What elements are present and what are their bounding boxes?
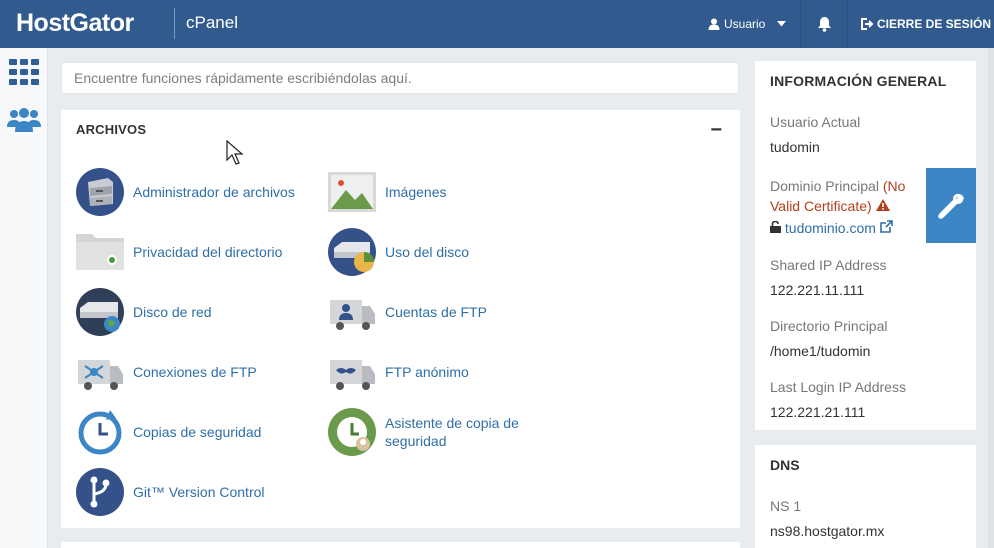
brand-divider — [174, 8, 175, 39]
files-panel: ARCHIVOS − Administrador de archivos Imá… — [61, 110, 740, 528]
user-menu-label: Usuario — [724, 17, 766, 31]
ns1-label: NS 1 — [770, 498, 802, 514]
git-icon — [76, 468, 124, 516]
ftp-accounts-link[interactable]: Cuentas de FTP — [328, 288, 568, 336]
file-manager-icon — [76, 168, 124, 216]
anonymous-ftp-icon — [330, 360, 375, 390]
product-name: cPanel — [186, 13, 238, 32]
user-menu[interactable]: Usuario — [700, 0, 800, 48]
git-label: Git™ Version Control — [133, 484, 265, 500]
ftp-accounts-label: Cuentas de FTP — [385, 304, 487, 320]
main-domain-label: Dominio Principal (No Valid Certificate) — [770, 176, 930, 216]
shared-ip-label: Shared IP Address — [770, 257, 887, 273]
search-input[interactable] — [61, 62, 739, 94]
ftp-accounts-icon — [330, 300, 375, 330]
main-domain-label-text: Dominio Principal — [770, 178, 879, 194]
grid-icon — [9, 59, 39, 85]
ftp-connections-label: Conexiones de FTP — [133, 364, 257, 380]
anonymous-ftp-label: FTP anónimo — [385, 364, 469, 380]
backup-label: Copias de seguridad — [133, 424, 262, 440]
main-domain-row[interactable]: tudominio.com — [770, 220, 893, 236]
dns-panel: DNS NS 1 ns98.hostgator.mx — [755, 445, 976, 548]
file-manager-link[interactable]: Administrador de archivos — [76, 168, 316, 216]
users-icon — [7, 108, 41, 132]
images-icon — [328, 172, 376, 212]
current-user-value: tudomin — [770, 139, 820, 155]
external-link-icon — [880, 220, 893, 233]
rail-users-button[interactable] — [6, 104, 42, 136]
wrench-icon — [938, 193, 964, 219]
last-login-label: Last Login IP Address — [770, 379, 906, 395]
backup-wizard-label: Asistente de copia de seguridad — [385, 415, 519, 449]
images-label: Imágenes — [385, 184, 447, 200]
scrollbar[interactable] — [988, 48, 994, 548]
current-user-label: Usuario Actual — [770, 114, 861, 130]
chevron-down-icon — [777, 21, 787, 27]
user-icon — [708, 18, 720, 30]
web-disk-label: Disco de red — [133, 304, 212, 320]
anonymous-ftp-link[interactable]: FTP anónimo — [328, 348, 568, 396]
directory-privacy-icon — [76, 234, 124, 270]
last-login-value: 122.221.21.111 — [770, 404, 866, 420]
rail-tools-button[interactable] — [6, 56, 42, 88]
images-link[interactable]: Imágenes — [328, 168, 568, 216]
bell-icon — [817, 17, 831, 32]
directory-privacy-link[interactable]: Privacidad del directorio — [76, 228, 316, 276]
general-info-title: INFORMACIÓN GENERAL — [770, 73, 947, 89]
backup-wizard-link[interactable]: Asistente de copia de seguridad — [328, 408, 578, 456]
logout-icon — [861, 18, 874, 30]
disk-usage-icon — [328, 228, 376, 276]
home-dir-value: /home1/tudomin — [770, 343, 871, 359]
ftp-connections-icon — [78, 360, 123, 390]
directory-privacy-label: Privacidad del directorio — [133, 244, 283, 260]
mouse-cursor-icon — [226, 140, 244, 165]
left-rail — [0, 48, 48, 548]
backup-wizard-icon — [328, 408, 376, 456]
web-disk-link[interactable]: Disco de red — [76, 288, 316, 336]
logout-label: CIERRE DE SESIÓN — [877, 17, 992, 31]
next-panel — [61, 542, 740, 548]
git-link[interactable]: Git™ Version Control — [76, 468, 316, 516]
ftp-connections-link[interactable]: Conexiones de FTP — [76, 348, 316, 396]
backup-link[interactable]: Copias de seguridad — [76, 408, 316, 456]
disk-usage-label: Uso del disco — [385, 244, 470, 260]
shared-ip-value: 122.221.11.111 — [770, 282, 865, 298]
files-panel-title: ARCHIVOS — [76, 122, 147, 137]
warning-icon — [875, 199, 890, 211]
dns-title: DNS — [770, 457, 800, 473]
collapse-button[interactable]: − — [710, 119, 722, 142]
main-domain-link[interactable]: tudominio.com — [785, 220, 876, 236]
backup-icon — [76, 408, 124, 456]
home-dir-label: Directorio Principal — [770, 318, 888, 334]
notifications-button[interactable] — [800, 0, 848, 48]
unlock-icon — [770, 220, 781, 233]
file-manager-label: Administrador de archivos — [133, 184, 295, 200]
tools-button[interactable] — [926, 168, 976, 243]
web-disk-icon — [76, 288, 124, 336]
general-info-panel: INFORMACIÓN GENERAL Usuario Actual tudom… — [755, 61, 976, 430]
logout-button[interactable]: CIERRE DE SESIÓN — [848, 0, 994, 48]
top-bar: HostGator cPanel Usuario CIERRE DE SESIÓ… — [0, 0, 994, 48]
disk-usage-link[interactable]: Uso del disco — [328, 228, 568, 276]
ns1-value: ns98.hostgator.mx — [770, 523, 885, 539]
brand-logo[interactable]: HostGator — [16, 9, 134, 38]
